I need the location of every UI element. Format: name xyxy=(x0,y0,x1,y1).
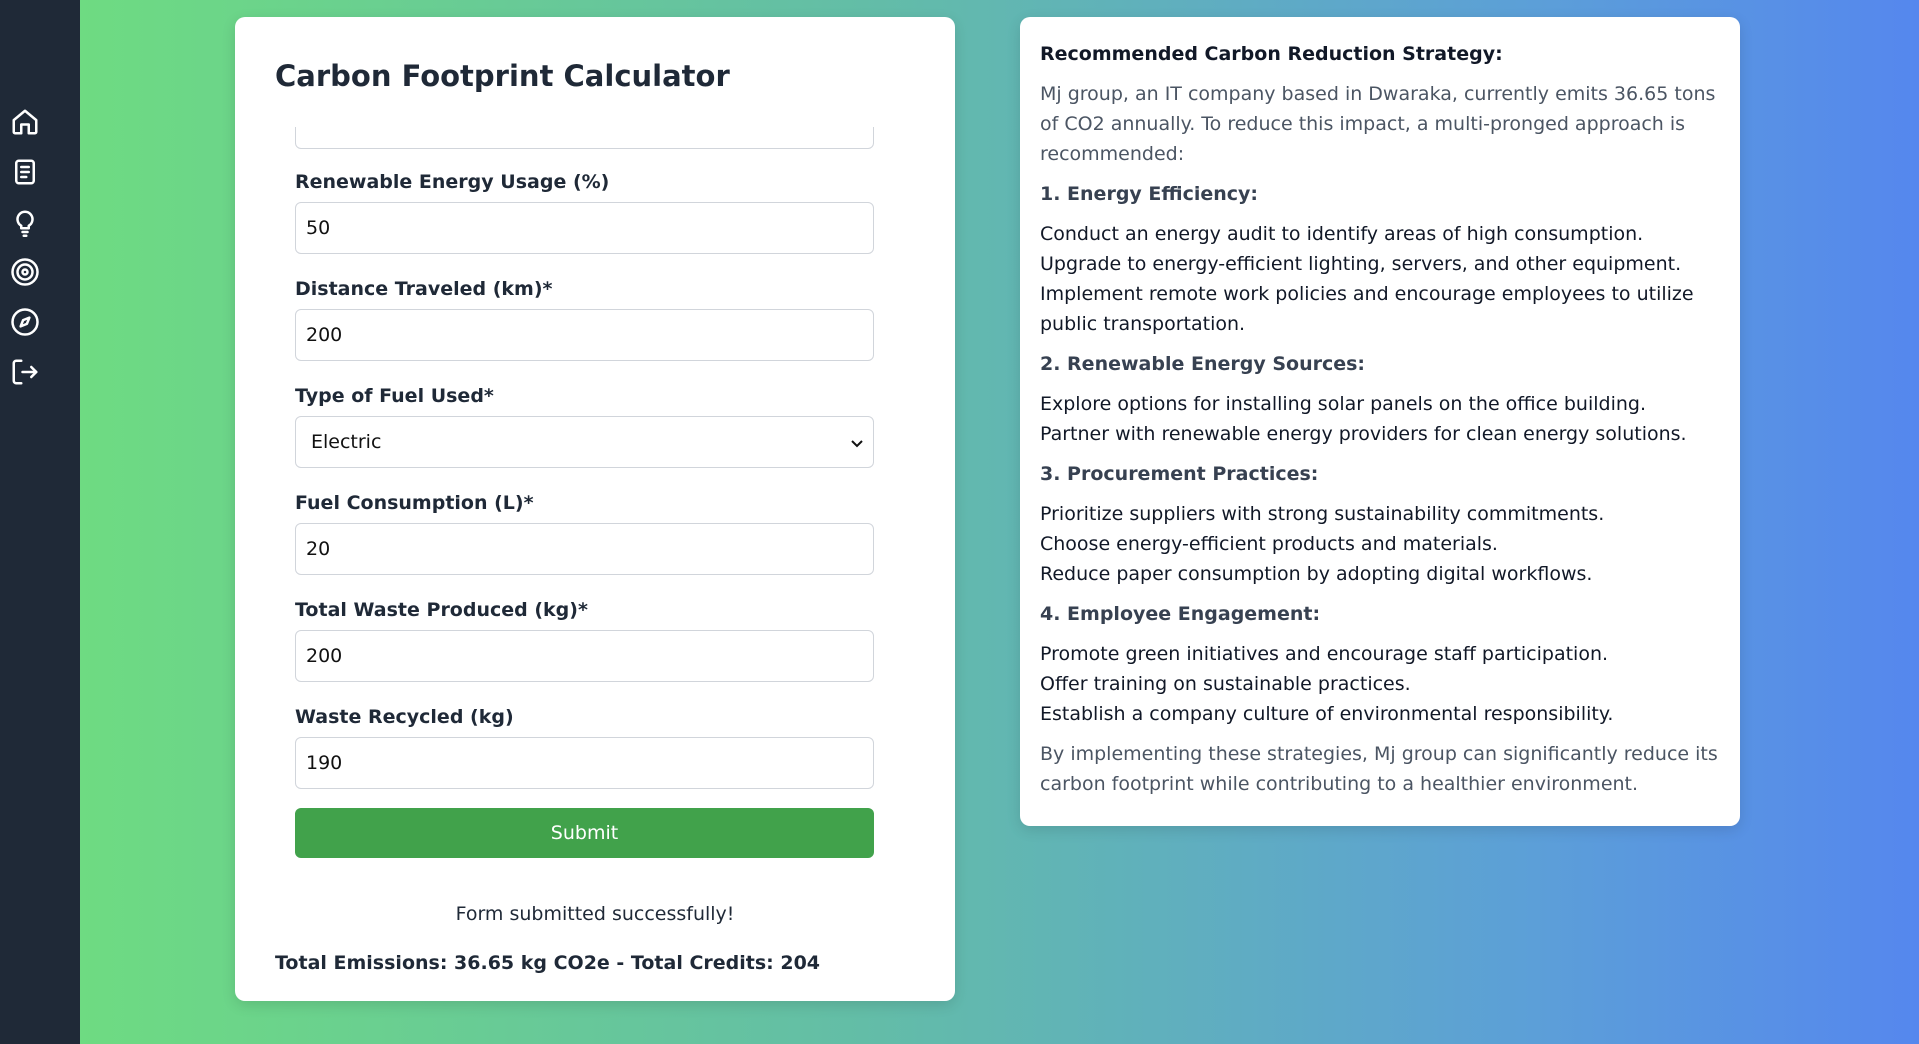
nav-documents[interactable] xyxy=(5,152,45,192)
section-lines: Conduct an energy audit to identify area… xyxy=(1040,219,1720,339)
nav-goals[interactable] xyxy=(5,252,45,292)
section-lines: Promote green initiatives and encourage … xyxy=(1040,639,1720,729)
strategy-line: Upgrade to energy-efficient lighting, se… xyxy=(1040,253,1682,275)
page-title: Carbon Footprint Calculator xyxy=(275,59,730,93)
waste-recycled-input[interactable]: 190 xyxy=(295,737,874,789)
fuel-type-value: Electric xyxy=(311,431,382,453)
waste-recycled-label: Waste Recycled (kg) xyxy=(295,706,514,728)
success-message: Form submitted successfully! xyxy=(455,903,735,925)
strategy-line: Establish a company culture of environme… xyxy=(1040,703,1614,725)
total-waste-label: Total Waste Produced (kg)* xyxy=(295,599,588,621)
nav-explore[interactable] xyxy=(5,302,45,342)
calculator-card: Carbon Footprint Calculator Renewable En… xyxy=(235,17,955,1001)
fuel-type-select[interactable]: Electric xyxy=(295,416,874,468)
nav-ideas[interactable] xyxy=(5,202,45,242)
fuel-consumption-input[interactable]: 20 xyxy=(295,523,874,575)
strategy-line: Implement remote work policies and encou… xyxy=(1040,283,1694,335)
strategy-line: Explore options for installing solar pan… xyxy=(1040,393,1646,415)
fuel-type-label: Type of Fuel Used* xyxy=(295,385,494,407)
renewable-energy-input[interactable]: 50 xyxy=(295,202,874,254)
strategy-line: Reduce paper consumption by adopting dig… xyxy=(1040,563,1593,585)
compass-icon xyxy=(11,308,39,336)
partially-hidden-input[interactable] xyxy=(295,127,874,149)
renewable-energy-label: Renewable Energy Usage (%) xyxy=(295,171,610,193)
nav-home[interactable] xyxy=(5,102,45,142)
section-title: 3. Procurement Practices: xyxy=(1040,463,1319,485)
strategy-line: Promote green initiatives and encourage … xyxy=(1040,643,1609,665)
sidebar xyxy=(0,0,80,1044)
lightbulb-icon xyxy=(16,210,34,237)
section-lines: Prioritize suppliers with strong sustain… xyxy=(1040,499,1720,589)
document-icon xyxy=(15,159,35,185)
section-title: 1. Energy Efficiency: xyxy=(1040,183,1259,205)
totals-summary: Total Emissions: 36.65 kg CO2e - Total C… xyxy=(275,952,821,974)
logout-icon xyxy=(12,359,38,385)
strategy-heading: Recommended Carbon Reduction Strategy: xyxy=(1040,43,1503,65)
strategy-line: Choose energy-efficient products and mat… xyxy=(1040,533,1498,555)
submit-button[interactable]: Submit xyxy=(295,808,874,858)
nav-logout[interactable] xyxy=(5,352,45,392)
strategy-card: Recommended Carbon Reduction Strategy: M… xyxy=(1020,17,1740,826)
strategy-closing: By implementing these strategies, Mj gro… xyxy=(1040,743,1718,795)
target-icon xyxy=(11,258,39,286)
strategy-line: Conduct an energy audit to identify area… xyxy=(1040,223,1644,245)
strategy-line: Partner with renewable energy providers … xyxy=(1040,423,1687,445)
home-icon xyxy=(12,109,38,135)
section-lines: Explore options for installing solar pan… xyxy=(1040,389,1720,449)
total-waste-input[interactable]: 200 xyxy=(295,630,874,682)
distance-label: Distance Traveled (km)* xyxy=(295,278,553,300)
strategy-line: Offer training on sustainable practices. xyxy=(1040,673,1411,695)
distance-input[interactable]: 200 xyxy=(295,309,874,361)
section-title: 2. Renewable Energy Sources: xyxy=(1040,353,1366,375)
chevron-down-icon xyxy=(851,440,863,448)
section-title: 4. Employee Engagement: xyxy=(1040,603,1321,625)
fuel-consumption-label: Fuel Consumption (L)* xyxy=(295,492,534,514)
form-scroll-area[interactable]: Renewable Energy Usage (%) 50 Distance T… xyxy=(275,127,915,877)
strategy-line: Prioritize suppliers with strong sustain… xyxy=(1040,503,1605,525)
strategy-intro: Mj group, an IT company based in Dwaraka… xyxy=(1040,83,1716,165)
